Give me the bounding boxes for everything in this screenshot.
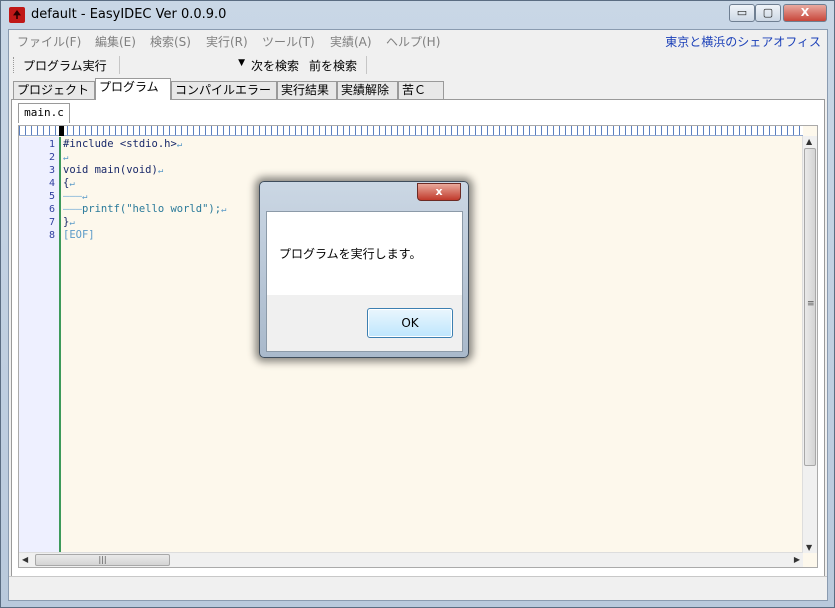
share-office-link[interactable]: 東京と横浜のシェアオフィス [665,33,821,50]
tab-project[interactable]: プロジェクト [13,81,95,100]
eol-mark-icon: ↵ [176,140,183,150]
run-program-button[interactable]: プログラム実行 [23,57,107,74]
status-bar [9,576,827,600]
code-line-7: }↵ [63,216,75,228]
menu-achievements[interactable]: 実績(A) [330,33,372,50]
tab-compile-errors[interactable]: コンパイルエラー [171,81,277,100]
close-button[interactable]: X [783,4,827,22]
code-line-1: #include <stdio.h>↵ [63,138,182,150]
app-window: default - EasyIDEC Ver 0.0.9.0 ▭ ▢ X ファイ… [0,0,835,608]
line-number: 6 [48,204,55,215]
eol-mark-icon: ↵ [81,192,88,202]
code-line-4: {↵ [63,177,75,189]
minimize-button[interactable]: ▭ [729,4,755,22]
title-bar[interactable]: default - EasyIDEC Ver 0.0.9.0 ▭ ▢ X [1,1,834,29]
tab-mark-icon: ——— [63,190,82,202]
dialog-footer: OK [267,295,462,351]
line-number: 3 [48,165,55,176]
scroll-down-icon[interactable]: ▼ [806,543,812,552]
main-tabs: プロジェクト プログラム コンパイルエラー 実行結果 実績解除 苦Ｃ [11,78,827,100]
menu-run[interactable]: 実行(R) [206,33,248,50]
ok-button[interactable]: OK [367,308,453,338]
code-text: printf("hello world"); [81,203,222,215]
dropdown-arrow-icon[interactable]: ▼ [238,58,245,68]
line-number-gutter: 1 2 3 4 5 6 7 8 [19,137,61,553]
tab-mark-icon: ——— [63,203,82,215]
line-number: 5 [48,191,55,202]
app-icon[interactable] [9,7,25,23]
grip-icon: ≡ [807,299,815,309]
eol-mark-icon: ↵ [157,166,164,176]
line-number: 7 [48,217,55,228]
scroll-right-icon[interactable]: ▶ [794,555,800,564]
menu-search[interactable]: 検索(S) [150,33,191,50]
eol-mark-icon: ↵ [221,205,227,215]
horizontal-scroll-thumb[interactable]: ||| [35,554,170,566]
tab-achievements[interactable]: 実績解除 [337,81,398,100]
eof-marker: [EOF] [63,229,95,241]
tab-program[interactable]: プログラム [95,78,171,100]
code-line-8: [EOF] [63,229,95,241]
code-line-2: ↵ [63,151,68,163]
menu-tools[interactable]: ツール(T) [262,33,315,50]
eol-mark-icon: ↵ [69,218,75,228]
code-line-3: void main(void)↵ [63,164,163,176]
tab-kuc[interactable]: 苦Ｃ [398,81,444,100]
dialog-body: プログラムを実行します。 OK [266,211,463,352]
code-text: #include <stdio.h> [63,138,177,150]
toolbar-separator [366,56,367,74]
run-confirm-dialog: x プログラムを実行します。 OK [259,181,469,358]
toolbar: プログラム実行 ▼ 次を検索 前を検索 [9,52,827,78]
file-tab-main-c[interactable]: main.c [18,103,70,123]
maximize-button[interactable]: ▢ [755,4,781,22]
horizontal-scrollbar[interactable]: ◀ ||| ▶ [19,552,803,567]
scroll-up-icon[interactable]: ▲ [806,137,812,146]
menu-help[interactable]: ヘルプ(H) [386,33,440,50]
dialog-message: プログラムを実行します。 [279,247,422,261]
code-line-6: ———printf("hello world");↵ [63,203,226,215]
line-number: 4 [48,178,55,189]
eol-mark-icon: ↵ [63,153,69,163]
search-combo[interactable]: ▼ [124,56,248,74]
window-title: default - EasyIDEC Ver 0.0.9.0 [31,7,227,22]
menu-file[interactable]: ファイル(F) [17,33,81,50]
vertical-scrollbar[interactable]: ▲ ≡ ▼ [802,136,817,553]
tab-run-results[interactable]: 実行結果 [277,81,337,100]
scroll-left-icon[interactable]: ◀ [22,555,28,564]
eol-mark-icon: ↵ [69,179,75,189]
find-prev-button[interactable]: 前を検索 [309,57,357,74]
toolbar-grip[interactable] [13,57,16,73]
find-next-button[interactable]: 次を検索 [251,57,299,74]
dialog-close-button[interactable]: x [417,183,461,201]
line-number: 2 [48,152,55,163]
column-ruler [19,126,803,136]
code-line-5: ———↵ [63,190,87,202]
ruler-cursor [59,126,64,136]
line-number: 1 [48,139,55,150]
line-number: 8 [48,230,55,241]
toolbar-separator [119,56,120,74]
menu-bar: ファイル(F) 編集(E) 検索(S) 実行(R) ツール(T) 実績(A) ヘ… [9,30,827,52]
code-text: void main(void) [63,164,158,176]
vertical-scroll-thumb[interactable]: ≡ [804,148,816,466]
menu-edit[interactable]: 編集(E) [95,33,136,50]
